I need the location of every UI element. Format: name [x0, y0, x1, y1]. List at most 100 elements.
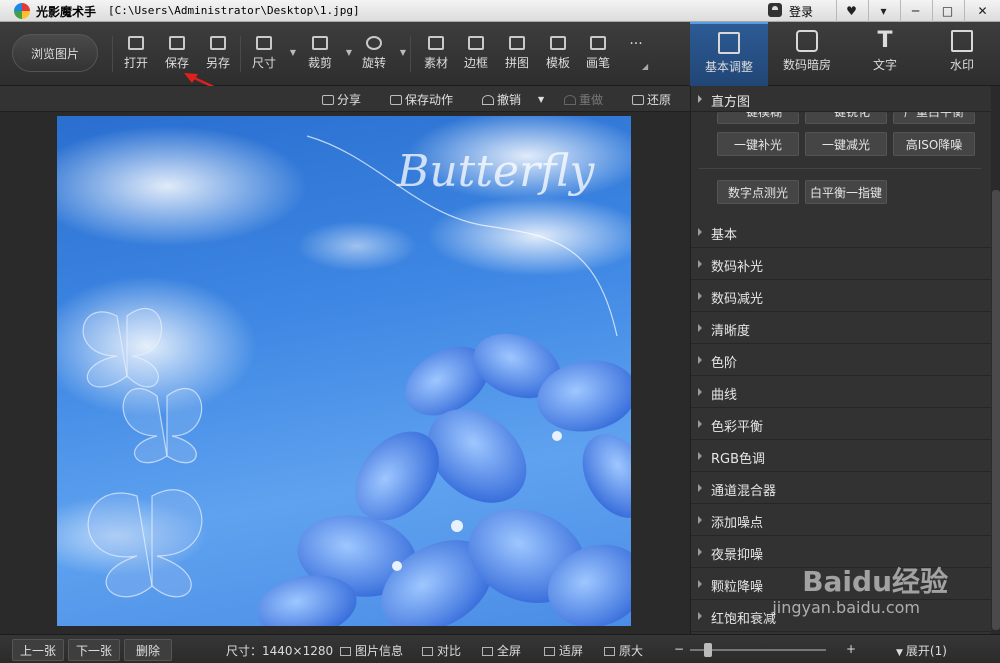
high-iso-denoise-button[interactable]: 高ISO降噪: [893, 132, 975, 156]
section-label: 色阶: [711, 356, 738, 371]
save-action-icon: [390, 95, 402, 105]
one-click-blur-button[interactable]: 一键模糊: [717, 112, 799, 124]
one-click-blur-label: 一键模糊: [733, 112, 782, 119]
maximize-button[interactable]: □: [932, 0, 962, 22]
close-button[interactable]: ✕: [964, 0, 1000, 22]
collage-button[interactable]: 拼图: [497, 34, 537, 78]
save-action-button[interactable]: 保存动作: [390, 91, 453, 108]
previous-image-button[interactable]: 上一张: [12, 639, 64, 661]
tab-digital-darkroom[interactable]: 数码暗房: [768, 22, 846, 86]
image-info-button[interactable]: 图片信息: [340, 642, 403, 659]
one-click-fill-light-button[interactable]: 一键补光: [717, 132, 799, 156]
rotate-button[interactable]: 旋转 ▼: [354, 34, 406, 78]
user-icon[interactable]: [768, 3, 782, 17]
menu-button[interactable]: ▾: [868, 0, 898, 22]
section-channel-mixer[interactable]: 通道混合器: [691, 472, 991, 504]
scrollbar-thumb[interactable]: [992, 190, 1000, 630]
save-icon: [169, 36, 185, 50]
expand-arrow-icon: [698, 356, 702, 364]
original-size-button[interactable]: 原大: [604, 642, 643, 659]
border-button[interactable]: 边框: [456, 34, 496, 78]
skin-button[interactable]: ♥: [836, 0, 866, 22]
one-click-sharpen-label: 一键锐化: [821, 112, 870, 119]
crop-button[interactable]: 裁剪 ▼: [300, 34, 352, 78]
restore-button[interactable]: 还原: [632, 91, 671, 108]
login-link[interactable]: 登录: [789, 3, 813, 20]
white-balance-button[interactable]: 严重白平衡: [893, 112, 975, 124]
expand-arrow-icon: [698, 388, 702, 396]
brush-button[interactable]: 画笔: [578, 34, 618, 78]
open-label: 打开: [123, 56, 148, 70]
tab-text[interactable]: T 文字: [846, 22, 924, 86]
adjust-panel: 直方图 一键模糊 一键锐化 严重白平衡 一键补光 一键减光 高ISO降噪 数字点…: [690, 86, 1000, 634]
section-label: 曲线: [711, 388, 738, 403]
section-curves[interactable]: 曲线: [691, 376, 991, 408]
section-digital-fill-light[interactable]: 数码补光: [691, 248, 991, 280]
template-icon: [550, 36, 566, 50]
section-color-balance[interactable]: 色彩平衡: [691, 408, 991, 440]
zoom-out-button[interactable]: −: [674, 642, 684, 656]
main-toolbar: 浏览图片 打开 保存 另存 尺寸 ▼ 裁剪 ▼ 旋转 ▼ 素材 边框 拼图 模板 画笔…: [0, 22, 1000, 86]
tab-watermark[interactable]: 水印: [924, 22, 1000, 86]
section-label: 数码补光: [711, 260, 764, 275]
next-image-button[interactable]: 下一张: [68, 639, 120, 661]
open-button[interactable]: 打开: [116, 34, 156, 78]
chevron-down-icon[interactable]: ▼: [346, 48, 352, 57]
section-label: 颗粒降噪: [711, 580, 764, 595]
baidu-watermark-url: jingyan.baidu.com: [772, 598, 920, 617]
butterfly-photo-art: Butterfly: [57, 116, 631, 626]
zoom-slider-thumb[interactable]: [704, 643, 712, 657]
material-button[interactable]: 素材: [416, 34, 456, 78]
white-balance-label: 严重白平衡: [903, 112, 964, 119]
share-icon: [322, 95, 334, 105]
redo-button[interactable]: 重做: [564, 91, 603, 108]
watermark-icon: [951, 30, 973, 52]
section-rgb-tone[interactable]: RGB色调: [691, 440, 991, 472]
chevron-down-icon[interactable]: ▼: [290, 48, 296, 57]
delete-button[interactable]: 删除: [124, 639, 172, 661]
panel-scrollbar[interactable]: [991, 86, 1000, 634]
one-click-reduce-light-button[interactable]: 一键减光: [805, 132, 887, 156]
more-button[interactable]: ···: [616, 34, 656, 78]
undo-button[interactable]: 撤销: [482, 91, 521, 108]
histogram-header[interactable]: 直方图: [691, 86, 991, 112]
expand-button[interactable]: ▼ 展开(1): [896, 642, 947, 659]
crop-label: 裁剪: [307, 56, 332, 70]
section-levels[interactable]: 色阶: [691, 344, 991, 376]
section-clarity[interactable]: 清晰度: [691, 312, 991, 344]
photo-title-text: Butterfly: [396, 146, 595, 197]
section-basic[interactable]: 基本: [691, 216, 991, 248]
minimize-button[interactable]: ─: [900, 0, 930, 22]
crop-icon: [312, 36, 328, 50]
info-icon: [340, 647, 351, 656]
text-icon: T: [877, 28, 893, 53]
open-icon: [128, 36, 144, 50]
expand-arrow-icon: [698, 260, 702, 268]
template-button[interactable]: 模板: [538, 34, 578, 78]
section-label: 红饱和衰减: [711, 612, 777, 627]
file-path: [C:\Users\Administrator\Desktop\1.jpg]: [108, 4, 360, 17]
image-canvas[interactable]: Butterfly: [0, 112, 690, 634]
undo-dropdown-icon[interactable]: ▼: [538, 95, 544, 104]
section-add-noise[interactable]: 添加噪点: [691, 504, 991, 536]
compare-button[interactable]: 对比: [422, 642, 461, 659]
section-label: 清晰度: [711, 324, 751, 339]
zoom-in-button[interactable]: +: [846, 642, 856, 656]
fit-screen-button[interactable]: 适屏: [544, 642, 583, 659]
white-balance-one-key-button[interactable]: 白平衡一指键: [805, 180, 887, 204]
share-button[interactable]: 分享: [322, 91, 361, 108]
spot-metering-button[interactable]: 数字点测光: [717, 180, 799, 204]
app-logo-icon: [14, 3, 30, 19]
one-click-sharpen-button[interactable]: 一键锐化: [805, 112, 887, 124]
section-digital-reduce-light[interactable]: 数码减光: [691, 280, 991, 312]
chevron-down-icon[interactable]: ▼: [400, 48, 406, 57]
image-info-label: 图片信息: [355, 644, 404, 658]
fullscreen-button[interactable]: 全屏: [482, 642, 521, 659]
material-icon: [428, 36, 444, 50]
section-label: 数码减光: [711, 292, 764, 307]
expand-corner-icon[interactable]: ◢: [642, 62, 648, 71]
browse-images-button[interactable]: 浏览图片: [12, 34, 98, 72]
tab-basic-adjust[interactable]: 基本调整: [690, 22, 768, 86]
action-bar: 分享 保存动作 撤销 ▼ 重做 还原: [0, 86, 690, 112]
redo-icon: [564, 95, 576, 105]
